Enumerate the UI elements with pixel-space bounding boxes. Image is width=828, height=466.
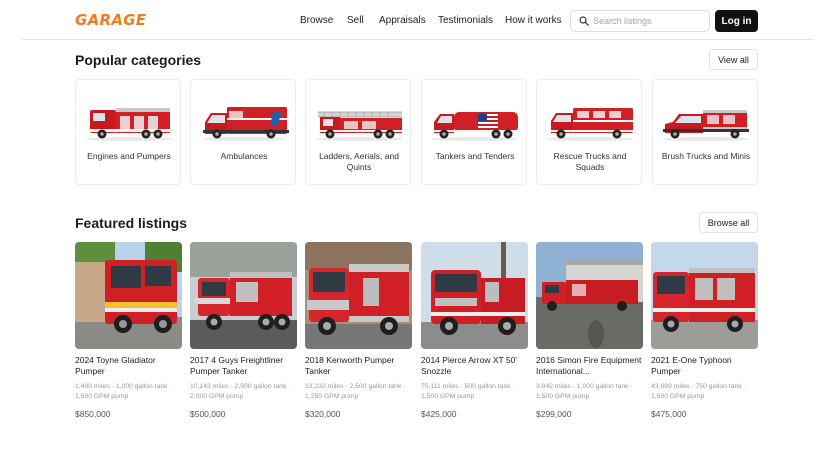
listing-price: $320,000 (305, 409, 341, 419)
listing-title[interactable]: 2021 E-One Typhoon Pumper (651, 355, 763, 377)
category-card-brush[interactable]: Brush Trucks and Minis (652, 79, 758, 185)
listing-photo (305, 242, 412, 349)
brush-truck-icon (662, 110, 750, 141)
listing-price: $500,000 (190, 409, 226, 419)
tanker-truck-icon (431, 112, 519, 141)
engine-truck-icon (85, 108, 173, 141)
listing-title[interactable]: 2017 4 Guys Freightliner Pumper Tanker (190, 355, 302, 377)
listing-price: $850,000 (75, 409, 111, 419)
listing-title[interactable]: 2024 Toyne Gladiator Pumper (75, 355, 187, 377)
category-card-rescue[interactable]: Rescue Trucks and Squads (536, 79, 642, 185)
header-divider (22, 39, 814, 40)
category-card-ambulances[interactable]: Ambulances (190, 79, 296, 185)
category-label: Ladders, Aerials, and Quints (319, 151, 399, 172)
category-label: Brush Trucks and Minis (661, 151, 751, 161)
category-label: Engines and Pumpers (87, 151, 171, 161)
category-label: Ambulances (220, 151, 268, 161)
search-input[interactable] (593, 13, 705, 29)
nav-appraisals[interactable]: Appraisals (379, 15, 426, 26)
listing-price: $425,000 (421, 409, 457, 419)
ladder-truck-icon (315, 111, 403, 141)
category-label: Rescue Trucks and Squads (553, 151, 627, 172)
site-logo[interactable]: GARAGE (75, 11, 146, 29)
rescue-truck-icon (546, 108, 634, 141)
search-icon (579, 16, 589, 26)
listing-photo (536, 242, 643, 349)
listing-price: $475,000 (651, 409, 687, 419)
login-button[interactable]: Log in (715, 10, 758, 32)
listing-title[interactable]: 2014 Pierce Arrow XT 50' Snozzle (421, 355, 533, 377)
listing-photo (75, 242, 182, 349)
listing-specs: 13,232 miles · 2,500 gallon tank · 1,250… (305, 383, 406, 400)
site-header: GARAGE Browse Sell Appraisals Testimonia… (0, 0, 828, 40)
listing-specs: 10,143 miles · 2,500 gallon tank · 2,000… (190, 383, 291, 400)
category-card-engines[interactable]: Engines and Pumpers (75, 79, 181, 185)
nav-browse[interactable]: Browse (300, 15, 333, 26)
nav-sell[interactable]: Sell (347, 15, 364, 26)
listing-specs: 43,689 miles · 750 gallon tank · 1,500 G… (651, 383, 746, 400)
ambulance-icon (202, 107, 289, 141)
listing-title[interactable]: 2016 Simon Fire Equipment International.… (536, 355, 648, 377)
listing-specs: 1,400 miles · 1,000 gallon tank · 1,500 … (75, 383, 172, 400)
featured-title: Featured listings (75, 215, 188, 231)
categories-title: Popular categories (75, 52, 202, 68)
browse-all-button[interactable]: Browse all (699, 212, 758, 233)
listing-specs: 3,942 miles · 1,000 gallon tank · 1,500 … (536, 383, 633, 400)
listing-photo (190, 242, 297, 349)
search-box[interactable] (570, 10, 710, 32)
listing-title[interactable]: 2018 Kenworth Pumper Tanker (305, 355, 417, 377)
listing-photo (421, 242, 528, 349)
category-card-ladders[interactable]: Ladders, Aerials, and Quints (305, 79, 411, 185)
nav-how-it-works[interactable]: How it works (505, 15, 562, 26)
category-label: Tankers and Tenders (435, 151, 515, 161)
nav-testimonials[interactable]: Testimonials (438, 15, 493, 26)
listing-photo (651, 242, 758, 349)
view-all-button[interactable]: View all (709, 49, 758, 70)
listing-price: $299,000 (536, 409, 572, 419)
category-card-tankers[interactable]: Tankers and Tenders (421, 79, 527, 185)
listing-specs: 75,111 miles · 500 gallon tank · 1,500 G… (421, 383, 515, 400)
